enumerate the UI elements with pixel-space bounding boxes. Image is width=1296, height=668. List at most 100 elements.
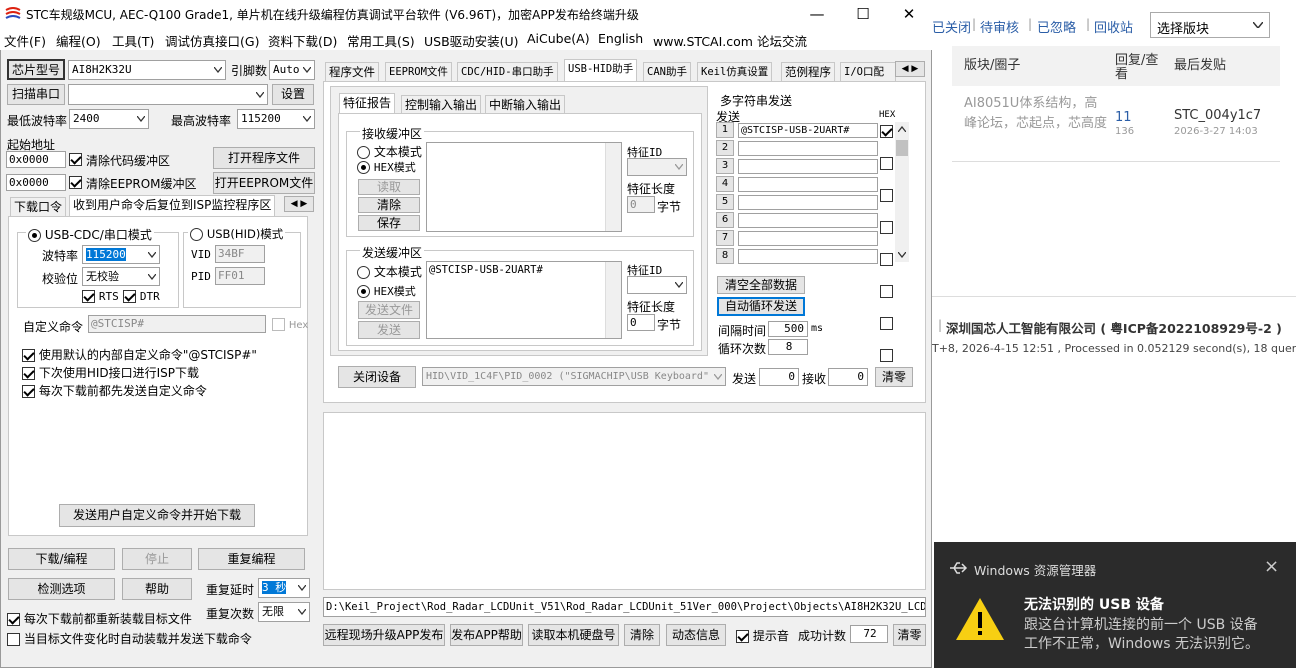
multi-hex-checkbox[interactable] xyxy=(880,349,893,362)
menu-aicube[interactable]: AiCube(A) xyxy=(527,31,590,46)
clear-eeprom-checkbox[interactable] xyxy=(69,176,82,189)
tab-reset-isp[interactable]: 收到用户命令后复位到ISP监控程序区 xyxy=(69,195,276,216)
reprogram-button[interactable]: 重复编程 xyxy=(198,548,305,570)
dtr-checkbox[interactable] xyxy=(123,290,136,303)
hex-checkbox[interactable] xyxy=(272,318,285,331)
multi-send-button[interactable]: 6 xyxy=(716,212,734,228)
port-select[interactable] xyxy=(68,84,268,105)
check-options-button[interactable]: 检测选项 xyxy=(8,578,115,600)
link-ignored[interactable]: 已忽略 xyxy=(1037,17,1076,36)
scan-port-button[interactable]: 扫描串口 xyxy=(7,84,65,105)
row-user[interactable]: STC_004y1c7 xyxy=(1174,108,1261,123)
link-closed[interactable]: 已关闭 xyxy=(932,17,971,36)
tab-scroll[interactable]: ◀ ▶ xyxy=(284,196,314,212)
multi-string-input[interactable] xyxy=(738,213,878,228)
recv-text-radio[interactable] xyxy=(357,146,370,159)
max-baud-select[interactable]: 115200 xyxy=(237,109,315,129)
hid-mode-radio[interactable] xyxy=(190,228,203,241)
multi-send-button[interactable]: 1 xyxy=(716,122,734,138)
dynamic-info-button[interactable]: 动态信息 xyxy=(666,624,726,646)
loop-input[interactable]: 8 xyxy=(768,339,808,355)
minimize-icon[interactable]: — xyxy=(794,0,840,28)
multi-string-input[interactable]: @STCISP-USB-2UART# xyxy=(738,123,878,138)
menu-english[interactable]: English xyxy=(598,31,643,46)
clear-log-button[interactable]: 清除 xyxy=(624,624,660,646)
tx-input[interactable]: 0 xyxy=(759,368,799,386)
tab-program-file[interactable]: 程序文件 xyxy=(325,62,379,81)
settings-button[interactable]: 设置 xyxy=(272,84,314,105)
toast-notification[interactable]: Windows 资源管理器 × 无法识别的 USB 设备 跟这台计算机连接的前一… xyxy=(934,542,1296,668)
custom-cmd-input[interactable]: @STCISP# xyxy=(88,315,266,333)
open-program-button[interactable]: 打开程序文件 xyxy=(213,147,315,169)
menu-tools[interactable]: 工具(T) xyxy=(112,31,154,50)
menu-program[interactable]: 编程(O) xyxy=(56,31,101,50)
recv-len-input[interactable]: 0 xyxy=(627,196,655,213)
send-hex-radio[interactable] xyxy=(357,285,370,298)
recv-scrollbar[interactable] xyxy=(605,143,621,231)
send-file-button[interactable]: 发送文件 xyxy=(358,301,420,319)
min-baud-select[interactable]: 2400 xyxy=(69,109,149,129)
send-len-input[interactable]: 0 xyxy=(627,314,655,331)
auto-reload-checkbox[interactable] xyxy=(7,633,20,646)
multi-hex-checkbox[interactable] xyxy=(880,317,893,330)
multi-send-button[interactable]: 3 xyxy=(716,158,734,174)
chip-select[interactable]: AI8H2K32U xyxy=(68,60,226,80)
save-button[interactable]: 保存 xyxy=(358,215,420,231)
link-recycle[interactable]: 回收站 xyxy=(1094,17,1133,36)
delay-select[interactable]: 3 秒 xyxy=(258,578,310,598)
subtab-control[interactable]: 控制输入输出 xyxy=(401,95,482,113)
read-button[interactable]: 读取 xyxy=(358,179,420,195)
pins-select[interactable]: Auto xyxy=(269,60,315,80)
device-select[interactable]: HID\VID_1C4F\PID_0002 ("SIGMACHIP\USB Ke… xyxy=(422,367,726,386)
multi-send-button[interactable]: 4 xyxy=(716,176,734,192)
multi-hex-checkbox[interactable] xyxy=(880,253,893,266)
maximize-icon[interactable]: ☐ xyxy=(840,0,886,28)
vid-input[interactable]: 34BF xyxy=(215,245,265,263)
read-disk-button[interactable]: 读取本机硬盘号 xyxy=(528,624,619,646)
subtab-interrupt[interactable]: 中断输入输出 xyxy=(485,95,566,113)
footer-company[interactable]: 深圳国芯人工智能有限公司 ( 粤ICP备2022108929号-2 ) xyxy=(946,318,1282,337)
multi-string-input[interactable] xyxy=(738,249,878,264)
send-button[interactable]: 发送 xyxy=(358,321,420,339)
clear-all-button[interactable]: 清空全部数据 xyxy=(717,276,805,294)
rts-checkbox[interactable] xyxy=(82,290,95,303)
multi-string-input[interactable] xyxy=(738,231,878,246)
chevron-down-icon[interactable] xyxy=(898,252,906,258)
close-device-button[interactable]: 关闭设备 xyxy=(338,366,416,388)
clear-code-checkbox[interactable] xyxy=(69,153,82,166)
reload-checkbox[interactable] xyxy=(7,613,20,626)
multi-hex-checkbox[interactable] xyxy=(880,125,893,138)
multi-hex-checkbox[interactable] xyxy=(880,285,893,298)
recv-feature-id-select[interactable] xyxy=(627,158,687,176)
multi-hex-checkbox[interactable] xyxy=(880,189,893,202)
chevron-up-icon[interactable] xyxy=(898,126,906,132)
rx-input[interactable]: 0 xyxy=(828,368,868,386)
multi-send-button[interactable]: 8 xyxy=(716,248,734,264)
parity-select[interactable]: 无校验 xyxy=(82,267,160,286)
baud-select[interactable]: 115200 xyxy=(82,245,160,264)
tab-examples[interactable]: 范例程序 xyxy=(781,62,835,81)
recv-hex-radio[interactable] xyxy=(357,161,370,174)
download-button[interactable]: 下载/编程 xyxy=(8,548,115,570)
open-eeprom-button[interactable]: 打开EEPROM文件 xyxy=(213,172,315,194)
stop-button[interactable]: 停止 xyxy=(122,548,192,570)
publish-help-button[interactable]: 发布APP帮助 xyxy=(450,624,523,646)
addr1-input[interactable]: 0x0000 xyxy=(6,151,66,168)
tab-scroll-right[interactable]: ◀ ▶ xyxy=(895,61,925,77)
help-button[interactable]: 帮助 xyxy=(122,578,192,600)
menu-website[interactable]: www.STCAI.com 论坛交流 xyxy=(653,31,807,50)
addr2-input[interactable]: 0x0000 xyxy=(6,174,66,191)
tab-eeprom-file[interactable]: EEPROM文件 xyxy=(385,62,452,81)
menu-file[interactable]: 文件(F) xyxy=(4,31,46,50)
multi-send-button[interactable]: 7 xyxy=(716,230,734,246)
send-textarea[interactable]: @STCISP-USB-2UART# xyxy=(426,261,622,339)
close-icon[interactable]: × xyxy=(1264,556,1279,577)
tab-cdc-hid[interactable]: CDC/HID-串口助手 xyxy=(457,62,558,81)
link-pending[interactable]: 待审核 xyxy=(980,17,1019,36)
send-feature-id-select[interactable] xyxy=(627,276,687,294)
output-log[interactable] xyxy=(323,412,926,590)
count-select[interactable]: 无限 xyxy=(258,602,310,622)
cdc-mode-radio[interactable] xyxy=(28,229,41,242)
chip-model-button[interactable]: 芯片型号 xyxy=(7,59,65,80)
opt3-checkbox[interactable] xyxy=(22,385,35,398)
